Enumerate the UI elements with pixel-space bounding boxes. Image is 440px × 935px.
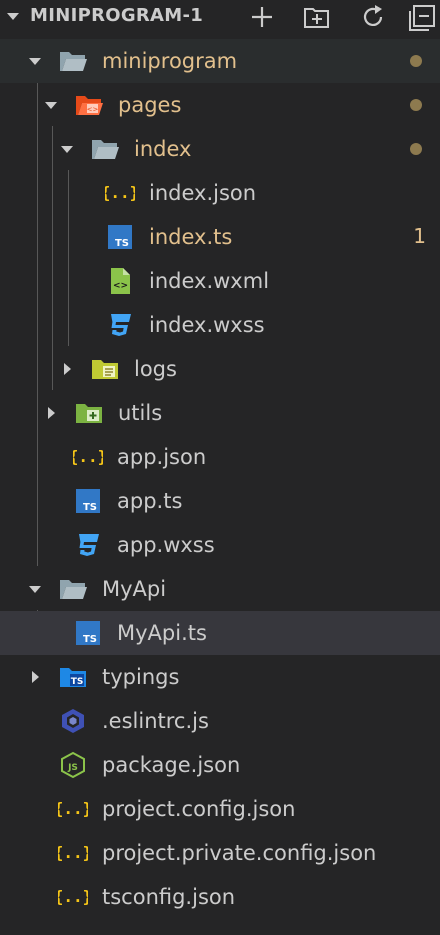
svg-text:{..}: {..} — [58, 799, 88, 818]
tree-file-eslintrc[interactable]: .eslintrc.js — [0, 699, 440, 743]
svg-text:TS: TS — [71, 677, 84, 687]
folder-open-icon — [60, 580, 87, 599]
tree-folder-index[interactable]: index — [0, 127, 440, 171]
svg-text:{..}: {..} — [73, 447, 103, 466]
tree-label: miniprogram — [102, 49, 238, 73]
modified-dot — [410, 55, 422, 67]
tree-label: app.json — [117, 445, 207, 469]
typescript-file-icon: TS — [76, 621, 100, 645]
tree-label: utils — [118, 401, 163, 425]
tree-label: index.json — [149, 181, 257, 205]
tree-label: index — [134, 137, 192, 161]
tree-folder-miniprogram[interactable]: miniprogram — [0, 39, 440, 83]
svg-text:<>: <> — [113, 281, 128, 291]
wxml-file-icon: <> — [111, 268, 130, 294]
svg-text:<>: <> — [87, 106, 99, 114]
pages-folder-open-icon: <> — [76, 96, 103, 115]
utils-folder-icon — [76, 404, 102, 423]
typescript-file-icon: TS — [76, 489, 100, 513]
tree-label: logs — [134, 357, 177, 381]
tree-file-index-wxss[interactable]: index.wxss — [0, 303, 440, 347]
eslint-icon — [62, 709, 84, 733]
collapse-all-icon[interactable] — [408, 2, 438, 32]
chevron-right-icon[interactable] — [57, 359, 77, 379]
chevron-right-icon[interactable] — [41, 403, 61, 423]
logs-folder-icon — [92, 360, 118, 379]
nodejs-icon: JS — [61, 751, 85, 779]
svg-text:TS: TS — [83, 502, 97, 513]
tree-label: typings — [102, 665, 180, 689]
new-folder-icon[interactable] — [302, 2, 332, 32]
svg-text:{..}: {..} — [105, 183, 135, 202]
tree-label: tsconfig.json — [102, 885, 236, 909]
tree-folder-typings[interactable]: TS typings — [0, 655, 440, 699]
tree-file-index-json[interactable]: {..} index.json — [0, 171, 440, 215]
modified-dot — [410, 143, 422, 155]
chevron-down-icon[interactable] — [41, 95, 61, 115]
json-braces-icon: {..} — [73, 447, 103, 466]
chevron-down-icon[interactable] — [3, 6, 23, 26]
tree-label: MyApi — [102, 577, 167, 601]
svg-text:TS: TS — [83, 634, 97, 645]
css3-file-icon — [79, 534, 99, 556]
tree-folder-logs[interactable]: logs — [0, 347, 440, 391]
tree-file-package-json[interactable]: JS package.json — [0, 743, 440, 787]
typescript-file-icon: TS — [108, 225, 132, 249]
json-braces-icon: {..} — [58, 843, 88, 862]
tree-label: .eslintrc.js — [102, 709, 209, 733]
svg-text:{..}: {..} — [58, 843, 88, 862]
tree-label: index.wxml — [149, 269, 270, 293]
tree-label: index.wxss — [149, 313, 265, 337]
svg-text:{..}: {..} — [58, 887, 88, 906]
tree-folder-utils[interactable]: utils — [0, 391, 440, 435]
explorer-header: MINIPROGRAM-1 — [0, 0, 440, 33]
tree-file-project-config-json[interactable]: {..} project.config.json — [0, 787, 440, 831]
tree-folder-pages[interactable]: <> pages — [0, 83, 440, 127]
css3-file-icon — [111, 314, 131, 336]
tree-label: app.ts — [117, 489, 183, 513]
tree-label: pages — [118, 93, 182, 117]
tree-file-project-private-config-json[interactable]: {..} project.private.config.json — [0, 831, 440, 875]
typings-folder-icon: TS — [60, 668, 86, 687]
tree-file-myapi-ts[interactable]: TS MyApi.ts — [0, 611, 440, 655]
tree-label: project.private.config.json — [102, 841, 377, 865]
workspace-title[interactable]: MINIPROGRAM-1 — [30, 5, 203, 26]
tree-file-app-json[interactable]: {..} app.json — [0, 435, 440, 479]
folder-open-icon — [60, 52, 87, 71]
chevron-down-icon[interactable] — [25, 579, 45, 599]
tree-label: index.ts — [149, 225, 233, 249]
refresh-icon[interactable] — [358, 2, 388, 32]
tree-file-index-ts[interactable]: TS index.ts 1 — [0, 215, 440, 259]
tree-file-app-wxss[interactable]: app.wxss — [0, 523, 440, 567]
chevron-right-icon[interactable] — [25, 667, 45, 687]
chevron-down-icon[interactable] — [57, 139, 77, 159]
json-braces-icon: {..} — [58, 799, 88, 818]
chevron-down-icon[interactable] — [25, 51, 45, 71]
tree-label: package.json — [102, 753, 241, 777]
problem-count-badge: 1 — [413, 224, 426, 248]
tree-file-app-ts[interactable]: TS app.ts — [0, 479, 440, 523]
tree-folder-myapi[interactable]: MyApi — [0, 567, 440, 611]
svg-text:JS: JS — [67, 763, 78, 773]
tree-file-index-wxml[interactable]: <> index.wxml — [0, 259, 440, 303]
modified-dot — [410, 99, 422, 111]
tree-label: app.wxss — [117, 533, 215, 557]
tree-file-tsconfig-json[interactable]: {..} tsconfig.json — [0, 875, 440, 919]
json-braces-icon: {..} — [105, 183, 135, 202]
folder-open-icon — [92, 140, 119, 159]
tree-label: project.config.json — [102, 797, 296, 821]
tree-label: MyApi.ts — [117, 621, 207, 645]
json-braces-icon: {..} — [58, 887, 88, 906]
svg-text:TS: TS — [115, 238, 129, 249]
new-file-icon[interactable] — [247, 2, 277, 32]
